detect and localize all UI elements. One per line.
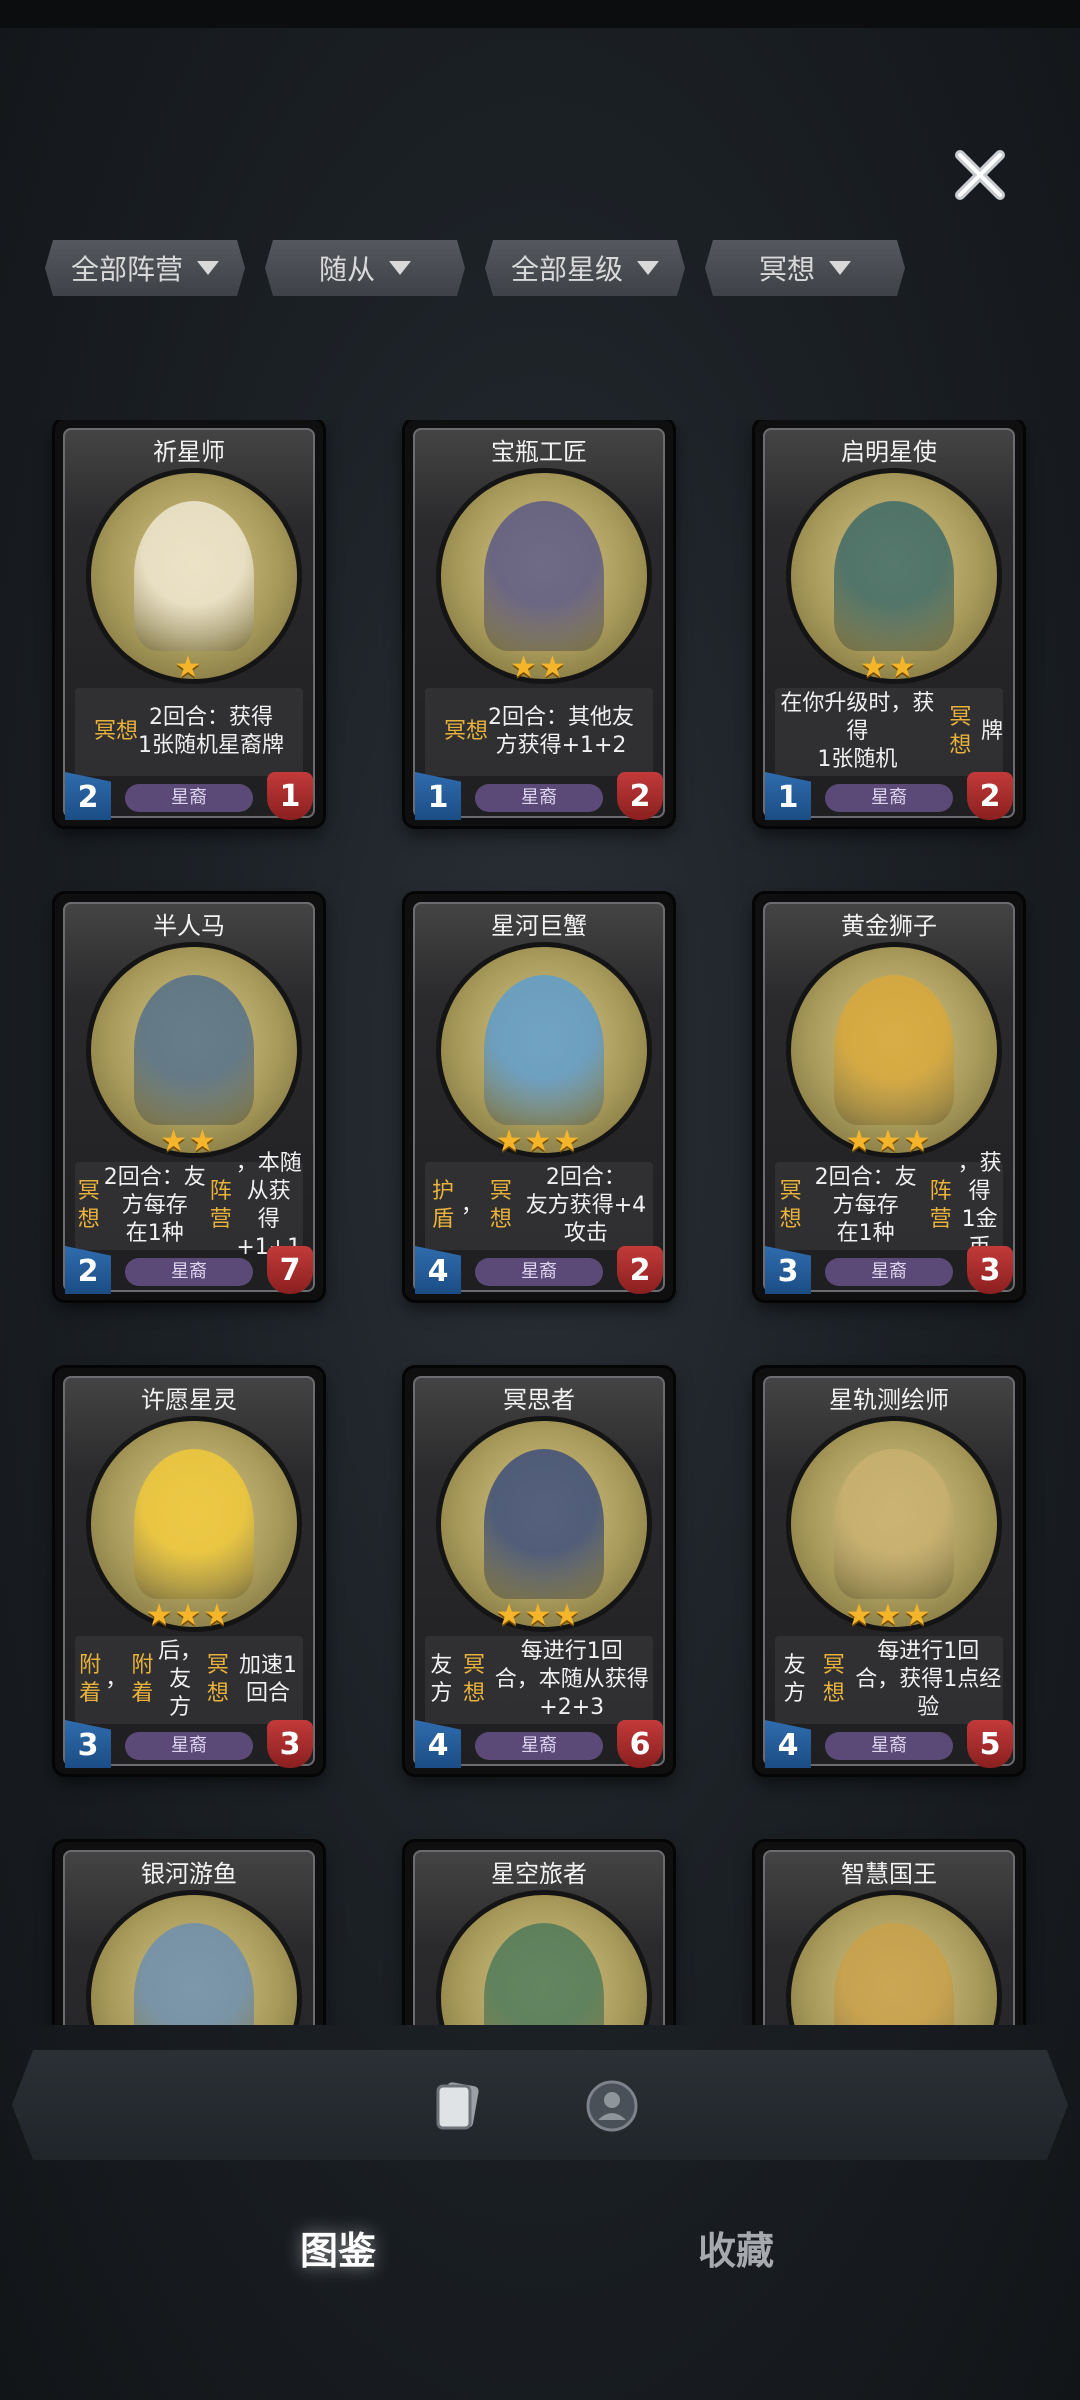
unit-card[interactable]: 冥思者 ★★★ 友方 冥想 每进行1回 合，本随从获得+2+3 星裔 4 6 — [405, 1368, 673, 1774]
unit-card[interactable]: 星轨测绘师 ★★★ 友方 冥想 每进行1回 合，获得1点经验 星裔 4 5 — [755, 1368, 1023, 1774]
card-art — [834, 1449, 954, 1599]
card-art — [134, 1449, 254, 1599]
close-button[interactable] — [945, 140, 1015, 210]
card-attack-badge: 6 — [617, 1720, 663, 1768]
card-description: 友方 冥想 每进行1回 合，本随从获得+2+3 — [425, 1636, 653, 1724]
card-attack-badge: 7 — [267, 1246, 313, 1294]
card-art — [834, 975, 954, 1125]
filter-label: 全部星级 — [510, 253, 623, 286]
filter-faction[interactable]: 全部阵营 — [45, 240, 245, 296]
unit-card[interactable]: 启明星使 ★★ 在你升级时，获得 1张随机 冥想牌 星裔 1 2 — [755, 420, 1023, 826]
card-description: 附着，附着 后，友方冥想 加速1回合 — [75, 1636, 303, 1724]
cards-icon — [436, 2082, 479, 2130]
filter-label: 全部阵营 — [70, 253, 183, 286]
card-name: 宝瓶工匠 — [491, 438, 587, 466]
unit-card[interactable]: 许愿星灵 ★★★ 附着，附着 后，友方冥想 加速1回合 星裔 3 3 — [55, 1368, 323, 1774]
card-view-button[interactable] — [430, 2078, 486, 2134]
unit-card[interactable]: 黄金狮子 ★★★ 冥想2回合：友方每存在1种阵营，获得1金币 星裔 3 3 — [755, 894, 1023, 1300]
collection-screen: 全部阵营 随从 全部星级 冥想 祈星师 ★ 冥想 2回合：获得 1张随机星裔牌 星裔… — [0, 0, 1080, 2400]
card-art — [484, 501, 604, 651]
card-attack-badge: 5 — [967, 1720, 1013, 1768]
unit-card[interactable]: 星空旅者 — [405, 1842, 673, 2025]
filter-arrow-icon — [637, 261, 659, 275]
card-name: 冥思者 — [503, 1386, 575, 1414]
card-description: 冥想2回合：友方每存在1种阵营，本随从获得+1+1 — [75, 1151, 303, 1260]
filter-type[interactable]: 随从 — [265, 240, 465, 296]
card-art — [134, 1923, 254, 2025]
card-stars: ★★★ — [495, 1124, 583, 1159]
card-tribe-badge: 星裔 — [825, 1258, 953, 1286]
card-stars: ★★★ — [845, 1598, 933, 1633]
card-description: 冥想 2回合：其他友 方获得+1+2 — [425, 688, 653, 776]
card-art — [484, 1923, 604, 2025]
card-art — [134, 501, 254, 651]
card-name: 黄金狮子 — [841, 912, 937, 940]
hero-icon — [586, 2080, 638, 2132]
filter-arrow-icon — [829, 261, 851, 275]
hero-view-button[interactable] — [584, 2078, 640, 2134]
card-art — [834, 1923, 954, 2025]
card-tribe-badge: 星裔 — [125, 1732, 253, 1760]
unit-card[interactable]: 半人马 ★★ 冥想2回合：友方每存在1种阵营，本随从获得+1+1 星裔 2 7 — [55, 894, 323, 1300]
filter-arrow-icon — [389, 261, 411, 275]
card-attack-badge: 2 — [967, 772, 1013, 820]
card-tribe-badge: 星裔 — [125, 1258, 253, 1286]
card-stars: ★★ — [510, 650, 568, 685]
card-art — [484, 975, 604, 1125]
filter-label: 随从 — [318, 253, 375, 286]
card-name: 启明星使 — [841, 438, 937, 466]
card-attack-badge: 3 — [967, 1246, 1013, 1294]
card-attack-badge: 2 — [617, 1246, 663, 1294]
card-art — [484, 1449, 604, 1599]
filter-keyword[interactable]: 冥想 — [705, 240, 905, 296]
filter-bar: 全部阵营 随从 全部星级 冥想 — [45, 240, 1045, 296]
card-tribe-badge: 星裔 — [125, 784, 253, 812]
card-description: 冥想 2回合：获得 1张随机星裔牌 — [75, 688, 303, 776]
card-name: 祈星师 — [153, 438, 225, 466]
card-grid: 祈星师 ★ 冥想 2回合：获得 1张随机星裔牌 星裔 2 1 宝瓶工匠 ★★ 冥想 2… — [0, 420, 1080, 2025]
card-stars: ★ — [174, 650, 204, 685]
card-attack-badge: 3 — [267, 1720, 313, 1768]
filter-star-level[interactable]: 全部星级 — [485, 240, 685, 296]
card-art — [834, 501, 954, 651]
unit-card[interactable]: 宝瓶工匠 ★★ 冥想 2回合：其他友 方获得+1+2 星裔 1 2 — [405, 420, 673, 826]
view-toggle-panel — [12, 2050, 1068, 2160]
card-stars: ★★★ — [145, 1598, 233, 1633]
card-attack-badge: 2 — [617, 772, 663, 820]
card-attack-badge: 1 — [267, 772, 313, 820]
card-tribe-badge: 星裔 — [825, 1732, 953, 1760]
filter-label: 冥想 — [758, 253, 815, 286]
tab-collection-book[interactable]: 图鉴 — [300, 2220, 376, 2275]
card-name: 星河巨蟹 — [491, 912, 587, 940]
card-tribe-badge: 星裔 — [475, 1732, 603, 1760]
tab-favorites[interactable]: 收藏 — [698, 2220, 774, 2275]
card-name: 银河游鱼 — [141, 1860, 237, 1888]
card-stars: ★★★ — [495, 1598, 583, 1633]
card-name: 星轨测绘师 — [829, 1386, 949, 1414]
filter-arrow-icon — [197, 261, 219, 275]
card-description: 在你升级时，获得 1张随机 冥想牌 — [775, 688, 1003, 776]
card-tribe-badge: 星裔 — [475, 784, 603, 812]
close-icon — [955, 150, 1005, 200]
card-name: 星空旅者 — [491, 1860, 587, 1888]
card-stars: ★★ — [860, 650, 918, 685]
card-name: 半人马 — [153, 912, 225, 940]
card-tribe-badge: 星裔 — [825, 784, 953, 812]
unit-card[interactable]: 智慧国王 — [755, 1842, 1023, 2025]
card-description: 护盾，冥想 2回合： 友方获得+4攻击 — [425, 1162, 653, 1250]
card-art — [134, 975, 254, 1125]
status-bar — [0, 0, 1080, 28]
card-name: 许愿星灵 — [141, 1386, 237, 1414]
card-description: 友方 冥想 每进行1回 合，获得1点经验 — [775, 1636, 1003, 1724]
card-name: 智慧国王 — [841, 1860, 937, 1888]
bottom-tabs: 图鉴 收藏 — [0, 2210, 1080, 2300]
unit-card[interactable]: 星河巨蟹 ★★★ 护盾，冥想 2回合： 友方获得+4攻击 星裔 4 2 — [405, 894, 673, 1300]
card-description: 冥想2回合：友方每存在1种阵营，获得1金币 — [775, 1151, 1003, 1260]
card-tribe-badge: 星裔 — [475, 1258, 603, 1286]
unit-card[interactable]: 银河游鱼 — [55, 1842, 323, 2025]
unit-card[interactable]: 祈星师 ★ 冥想 2回合：获得 1张随机星裔牌 星裔 2 1 — [55, 420, 323, 826]
